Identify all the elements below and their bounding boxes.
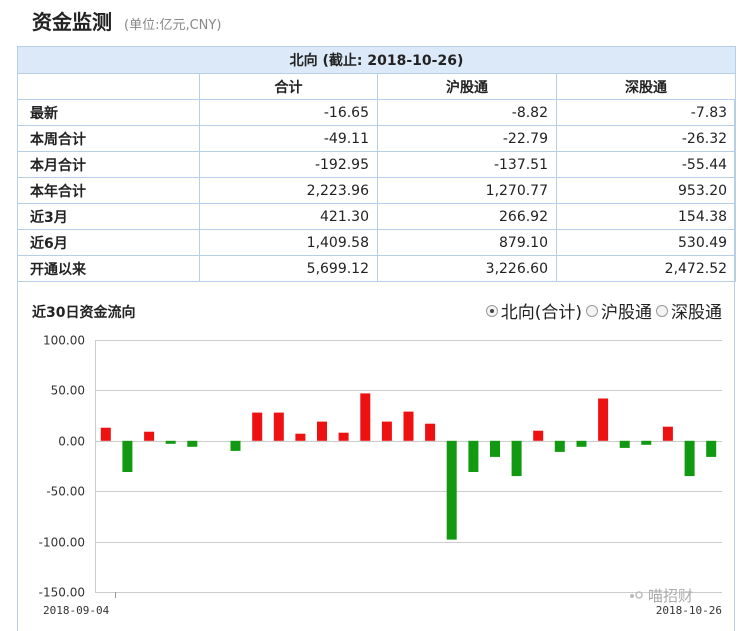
y-tick-label: 50.00 bbox=[51, 384, 85, 398]
chart-bar[interactable] bbox=[144, 431, 155, 441]
chart-bar[interactable] bbox=[403, 411, 414, 441]
x-start-label: 2018-09-04 bbox=[43, 604, 110, 617]
watermark-text: 喵招财 bbox=[648, 587, 694, 605]
chart-bar[interactable] bbox=[317, 421, 327, 441]
chart-bar[interactable] bbox=[576, 440, 587, 447]
chart-bar[interactable] bbox=[360, 393, 371, 441]
chart-bar[interactable] bbox=[598, 398, 609, 441]
chart-bar[interactable] bbox=[490, 440, 500, 457]
chart-bar[interactable] bbox=[641, 440, 652, 445]
watermark: 喵招财 bbox=[628, 585, 693, 606]
chart-bars bbox=[100, 393, 717, 540]
chart-bar[interactable] bbox=[230, 440, 241, 451]
chart-bar[interactable] bbox=[684, 440, 695, 477]
chart-bar[interactable] bbox=[381, 421, 392, 441]
chart-bar[interactable] bbox=[273, 412, 284, 441]
chart-bar[interactable] bbox=[533, 430, 544, 441]
flow-chart: 100.00 50.00 0.00 -50.00 -100.00 -150.00 2018-… bbox=[39, 334, 722, 618]
chart-bar[interactable] bbox=[295, 433, 306, 441]
chart-bar[interactable] bbox=[706, 440, 717, 457]
chart-labels: 100.00 50.00 0.00 -50.00 -100.00 -150.00 2018-… bbox=[39, 334, 722, 618]
chart-bar[interactable] bbox=[338, 432, 349, 441]
chart-bar[interactable] bbox=[468, 440, 479, 472]
chart-bar[interactable] bbox=[187, 440, 198, 447]
chart-bar[interactable] bbox=[425, 423, 436, 441]
chart-bar[interactable] bbox=[511, 440, 522, 477]
chart-bar[interactable] bbox=[446, 440, 457, 540]
chart-bar[interactable] bbox=[122, 440, 133, 472]
chart-bar[interactable] bbox=[252, 412, 263, 441]
chart-grid bbox=[95, 340, 722, 598]
chart-bar[interactable] bbox=[662, 426, 673, 441]
y-tick-label: -150.00 bbox=[39, 586, 85, 600]
chart-bar[interactable] bbox=[619, 440, 630, 448]
y-tick-label: 100.00 bbox=[43, 334, 85, 348]
y-tick-label: -100.00 bbox=[39, 536, 85, 550]
y-tick-label: -50.00 bbox=[46, 485, 85, 499]
chart-bar[interactable] bbox=[554, 440, 565, 452]
chart-bar[interactable] bbox=[100, 427, 111, 441]
wechat-icon bbox=[630, 590, 643, 599]
chart-bar[interactable] bbox=[165, 440, 176, 444]
y-tick-label: 0.00 bbox=[58, 435, 85, 449]
